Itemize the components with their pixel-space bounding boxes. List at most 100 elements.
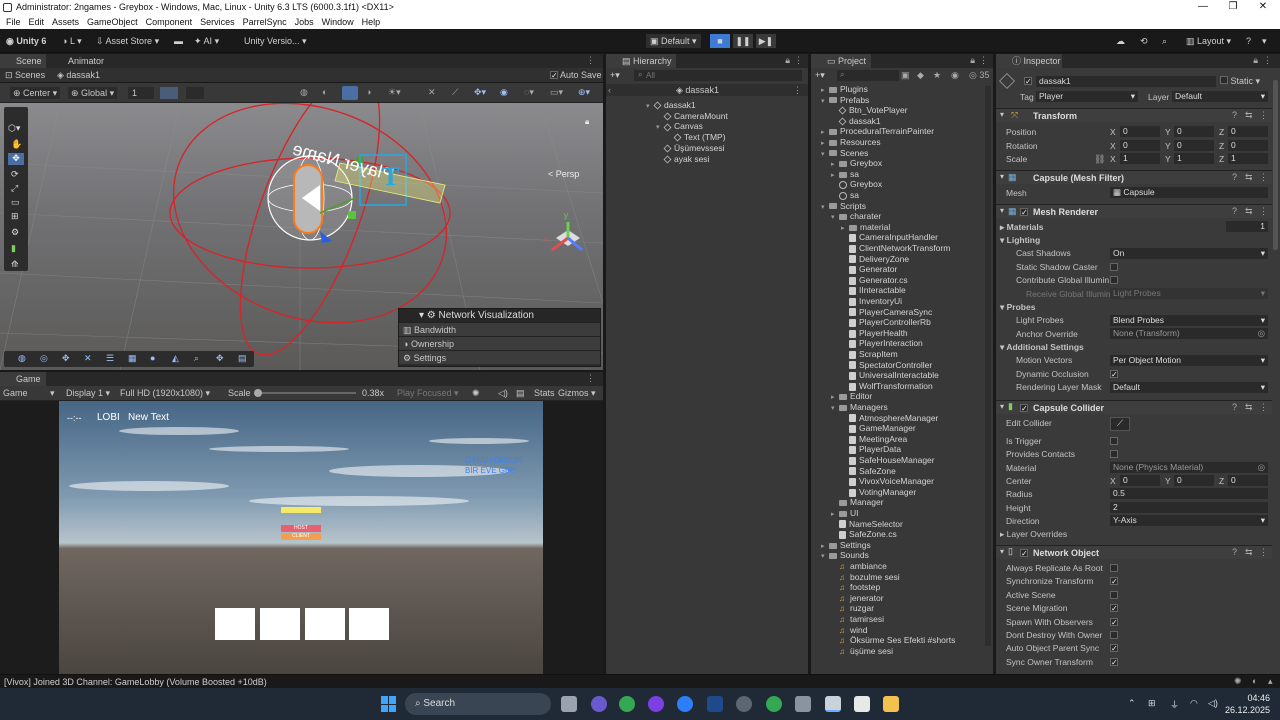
more-icon[interactable]: ⋮	[1259, 206, 1268, 217]
help-icon[interactable]: ?	[1232, 402, 1237, 412]
project-scrollbar[interactable]	[985, 86, 991, 646]
snap-input[interactable]: 1	[128, 87, 154, 99]
menu-parrelsync[interactable]: ParrelSync	[239, 15, 291, 29]
hierarchy-add-button[interactable]: +▾	[610, 70, 620, 81]
z-field[interactable]: 0	[1228, 139, 1268, 151]
scale-tool-icon[interactable]: ⤢	[11, 183, 18, 194]
visibility-icon[interactable]: ◉	[500, 87, 508, 98]
clock-time[interactable]: 04:46	[1228, 693, 1270, 703]
overlay-tool-6-icon[interactable]: ▦	[128, 353, 137, 364]
unity-editor-icon[interactable]	[825, 696, 841, 712]
project-item[interactable]: ▾ charater	[831, 211, 881, 221]
more-icon[interactable]: ⋮	[1259, 110, 1268, 121]
project-item[interactable]: ▾ Scenes	[821, 148, 868, 158]
project-item[interactable]: DeliveryZone	[841, 254, 909, 264]
help-icon[interactable]: ?	[1232, 206, 1237, 216]
unity-hub-icon[interactable]	[795, 696, 811, 712]
microphone-icon[interactable]: ⏚	[1170, 698, 1179, 711]
inspector-scrollbar[interactable]	[1273, 80, 1278, 250]
project-item[interactable]: PlayerControllerRb	[841, 317, 931, 327]
probes-foldout[interactable]: ▾ Probes	[1000, 301, 1035, 313]
materials-foldout[interactable]: ▸ Materials	[1000, 221, 1044, 233]
project-item[interactable]: ScrapItem	[841, 349, 898, 359]
overlay-tool-8-icon[interactable]: ◭	[172, 353, 179, 364]
bug-icon[interactable]: ✺	[472, 388, 480, 399]
wireframe-icon[interactable]: ◐	[322, 87, 327, 97]
project-item[interactable]: sa	[831, 190, 859, 200]
is-trigger-checkbox[interactable]	[1110, 437, 1118, 445]
mesh-filter-header[interactable]: Capsule (Mesh Filter)	[996, 170, 1272, 184]
hierarchy-item[interactable]: Text (TMP)	[666, 132, 726, 142]
fold-arrow-icon[interactable]: ▾	[656, 123, 664, 133]
project-item[interactable]: PlayerInteraction	[841, 338, 923, 348]
resolution-dropdown[interactable]: Full HD (1920x1080) ▾	[120, 388, 210, 399]
host-button[interactable]: HOST	[281, 525, 321, 532]
hierarchy-item[interactable]: ▾ Canvas	[656, 121, 703, 131]
menu-edit[interactable]: Edit	[25, 15, 49, 29]
mesh-field[interactable]: ▦ Capsule	[1110, 187, 1268, 198]
rect-tool-icon[interactable]: ▭	[11, 197, 20, 208]
scene-viewport[interactable]: Player Name T y x < Persp 🔒︎ ⬡▾ ✋ ✥ ⟳ ⤢ …	[0, 103, 603, 370]
version-control-dropdown[interactable]: Unity Versio... ▾	[244, 34, 307, 48]
project-item[interactable]: ♫ ambiance	[831, 561, 887, 571]
breadcrumb-scenes[interactable]: ⊡ Scenes	[5, 70, 45, 81]
more-icon[interactable]: ⋮	[1259, 172, 1268, 183]
project-item[interactable]: SafeHouseManager	[841, 455, 935, 465]
motion-vectors-dropdown[interactable]: Per Object Motion ▾	[1110, 355, 1268, 366]
keyboard-icon[interactable]: ▤	[516, 388, 525, 399]
fold-arrow-icon[interactable]: ▾	[831, 404, 839, 414]
project-item[interactable]: CameraInputHandler	[841, 232, 938, 242]
materials-count[interactable]: 1	[1226, 221, 1268, 232]
project-item[interactable]: SpectatorController	[841, 360, 932, 370]
project-item[interactable]: MeetingArea	[841, 434, 907, 444]
menu-assets[interactable]: Assets	[48, 15, 83, 29]
edit-collider-button[interactable]: ⟋	[1110, 417, 1130, 431]
fold-arrow-icon[interactable]: ▾	[821, 203, 829, 213]
auto-save-toggle[interactable]: ✓ Auto Save	[550, 70, 602, 80]
fold-arrow-icon[interactable]: ▾	[1000, 172, 1004, 181]
fold-arrow-icon[interactable]: ▾	[1000, 547, 1004, 556]
center-y-field[interactable]: 0	[1174, 475, 1214, 486]
preset-icon[interactable]: ⇆	[1245, 547, 1253, 558]
scale-slider[interactable]	[254, 389, 356, 397]
x-field[interactable]: 0	[1120, 139, 1160, 151]
project-item[interactable]: ▸ Editor	[831, 391, 872, 401]
orientation-icon[interactable]: ◍	[300, 87, 308, 98]
overlay-tool-2-icon[interactable]: ◎	[40, 353, 48, 364]
menu-arrow-icon[interactable]: ⬡▾	[8, 123, 20, 134]
inventory-slot[interactable]	[260, 608, 300, 640]
project-item[interactable]: ♫ bozulme sesi	[831, 572, 900, 582]
menu-services[interactable]: Services	[196, 15, 239, 29]
overlay-tool-7-icon[interactable]: ●	[150, 353, 155, 363]
audio-mute-icon[interactable]: ✕	[428, 87, 436, 98]
wifi-icon[interactable]: ◠	[1190, 698, 1198, 709]
project-add-button[interactable]: +▾	[815, 70, 825, 81]
project-item[interactable]: PlayerHealth	[841, 328, 908, 338]
close-button[interactable]: ✕	[1246, 0, 1280, 15]
hierarchy-scene-header[interactable]: ◈ dassak1 ‹ ⋮	[606, 84, 808, 96]
layout-dropdown[interactable]: ▥ Layout ▾	[1186, 34, 1231, 48]
tab-scene[interactable]: Scene	[0, 54, 46, 68]
hierarchy-item[interactable]: CameraMount	[656, 111, 728, 121]
client-button[interactable]: CLIENT	[281, 533, 321, 540]
help-icon[interactable]: ?	[1232, 172, 1237, 182]
y-field[interactable]: 1	[1174, 153, 1214, 164]
chrome-icon[interactable]	[619, 696, 635, 712]
app-icon[interactable]	[648, 696, 664, 712]
gizmos-dropdown-icon[interactable]: ⊕▾	[578, 87, 590, 98]
project-item[interactable]: ClientNetworkTransform	[841, 243, 950, 253]
package-icon[interactable]: ▬	[174, 34, 183, 48]
space-dropdown[interactable]: ⊕ Global ▾	[68, 87, 118, 99]
project-item[interactable]: Generator	[841, 264, 897, 274]
network-option-checkbox[interactable]: ✓	[1110, 604, 1118, 613]
gizmo-tools-icon[interactable]: ✥▾	[474, 87, 486, 98]
light-probes-dropdown[interactable]: Blend Probes ▾	[1110, 315, 1268, 326]
z-field[interactable]: 1	[1228, 153, 1268, 164]
project-item[interactable]: ♫ Öksürme Ses Efekti #shorts	[831, 635, 955, 645]
dynamic-occlusion-checkbox[interactable]: ✓	[1110, 370, 1118, 379]
more-icon[interactable]: ⋮	[1259, 402, 1268, 413]
project-item[interactable]: PlayerData	[841, 444, 901, 454]
gameobject-name-field[interactable]: dassak1	[1036, 76, 1216, 87]
tag-dropdown[interactable]: Player ▾	[1036, 91, 1138, 102]
fold-arrow-icon[interactable]: ▾	[821, 150, 829, 160]
